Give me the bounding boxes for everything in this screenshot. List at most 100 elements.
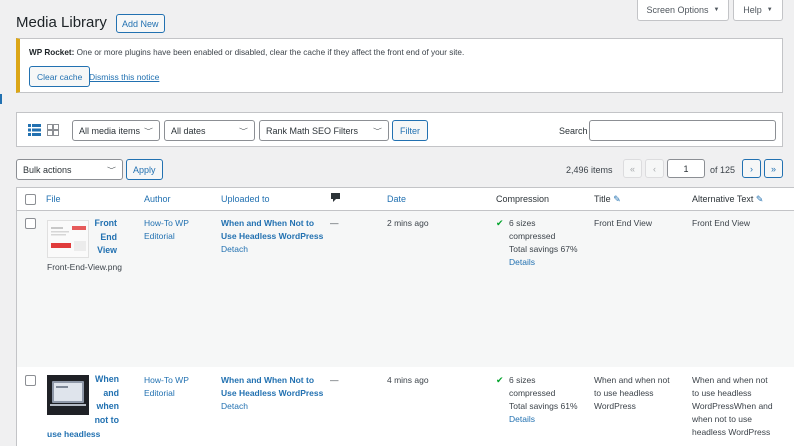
compression-line: 6 sizes [509, 375, 536, 385]
title-value-line: WordPress [594, 401, 636, 411]
author-line: How-To WP [144, 375, 189, 385]
chevron-down-icon: ﹀ [372, 127, 382, 135]
media-title-link[interactable]: Front End View [83, 217, 117, 258]
notice-text: WP Rocket: One or more plugins have been… [29, 48, 464, 57]
compression-line: Total savings 61% [509, 401, 578, 411]
title-value-line: When and when not [594, 375, 670, 385]
compression-details-link[interactable]: Details [509, 256, 578, 269]
compression-line: 6 sizes [509, 218, 536, 228]
detach-link[interactable]: Detach [221, 400, 248, 413]
uploaded-to-link[interactable]: When and When Not to Use Headless WordPr… [221, 374, 323, 400]
column-date[interactable]: Date [387, 194, 406, 204]
chevron-down-icon: ﹀ [106, 166, 116, 174]
title-line: End [100, 231, 117, 242]
items-count: 2,496 items [566, 165, 613, 175]
seo-filter-value: Rank Math SEO Filters [266, 125, 359, 136]
compression-line: compressed [509, 388, 556, 398]
uploaded-to-link[interactable]: When and When Not to Use Headless WordPr… [221, 217, 323, 243]
add-new-button[interactable]: Add New [116, 14, 165, 33]
author-line: Editorial [144, 231, 175, 241]
search-input[interactable] [589, 120, 776, 141]
media-table: File Author Uploaded to Date Compression… [16, 187, 794, 446]
compression-line: Total savings 67% [509, 244, 578, 254]
compression-details-link[interactable]: Details [509, 413, 578, 426]
checkmark-icon: ✔ [496, 218, 504, 228]
screen-options-label: Screen Options [646, 5, 709, 15]
author-link[interactable]: How-To WP Editorial [144, 217, 189, 243]
caret-down-icon: ▼ [766, 7, 773, 13]
column-alt-text: Alternative Text ✎ [692, 194, 763, 205]
grid-view-icon[interactable] [47, 124, 59, 136]
clear-cache-button[interactable]: Clear cache [29, 66, 91, 87]
filter-button[interactable]: Filter [392, 120, 428, 141]
table-row: When and when not to use headless How-To… [17, 367, 794, 446]
apply-button[interactable]: Apply [126, 159, 163, 180]
table-row: Front End View Front-End-View.png How-To… [17, 211, 794, 367]
next-page-button[interactable]: › [742, 159, 761, 178]
notice-message: One or more plugins have been enabled or… [76, 48, 465, 57]
title-line: When [95, 374, 119, 384]
wp-rocket-notice: WP Rocket: One or more plugins have been… [16, 38, 783, 93]
date-value: 2 mins ago [387, 218, 429, 228]
column-file[interactable]: File [46, 194, 61, 204]
pencil-icon[interactable]: ✎ [756, 194, 764, 204]
notice-label: WP Rocket: [29, 48, 75, 57]
caret-down-icon: ▼ [713, 7, 720, 13]
checkmark-icon: ✔ [496, 375, 504, 385]
current-page-input[interactable]: 1 [667, 159, 705, 178]
author-line: How-To WP [144, 218, 189, 228]
bulk-actions-select[interactable]: Bulk actions ﹀ [16, 159, 123, 180]
search-label: Search [559, 126, 588, 136]
dates-value: All dates [171, 125, 206, 136]
title-line: and [103, 387, 119, 398]
comment-bubble-icon[interactable] [330, 192, 341, 203]
help-tab[interactable]: Help ▼ [733, 0, 783, 21]
comment-count: — [330, 375, 339, 385]
column-compression: Compression [496, 194, 550, 204]
help-label: Help [743, 5, 762, 15]
column-title-label: Title [594, 194, 611, 204]
title-value: When and when not to use headless WordPr… [594, 374, 670, 413]
media-type-value: All media items [79, 125, 141, 136]
title-value-line: to use headless [594, 388, 654, 398]
total-pages: of 125 [710, 165, 736, 175]
file-name: Front-End-View.png [47, 262, 122, 272]
media-type-select[interactable]: All media items ﹀ [72, 120, 160, 141]
pencil-icon[interactable]: ✎ [613, 194, 621, 204]
title-line: Front [94, 218, 117, 228]
compression-info: 6 sizes compressed Total savings 61% Det… [509, 374, 578, 426]
column-author[interactable]: Author [144, 194, 171, 204]
dismiss-notice-link[interactable]: Dismiss this notice [89, 72, 159, 82]
title-line: View [97, 245, 117, 255]
seo-filter-select[interactable]: Rank Math SEO Filters ﹀ [259, 120, 389, 141]
prev-page-button[interactable]: ‹ [645, 159, 664, 178]
select-all-checkbox[interactable] [25, 194, 36, 205]
row-checkbox[interactable] [25, 218, 36, 229]
media-title-link[interactable]: When and when not to [83, 373, 119, 427]
first-page-button[interactable]: « [623, 159, 642, 178]
alt-text-value: When and when not to use headless WordPr… [692, 374, 773, 439]
table-header: File Author Uploaded to Date Compression… [17, 188, 794, 211]
detach-link[interactable]: Detach [221, 243, 248, 256]
screen-options-tab[interactable]: Screen Options ▼ [637, 0, 729, 21]
page-title: Media Library [16, 14, 107, 31]
uploaded-line: When and When Not to [221, 375, 315, 385]
column-alt-label: Alternative Text [692, 194, 754, 204]
list-view-icon[interactable] [28, 124, 41, 136]
bulk-actions-value: Bulk actions [23, 164, 72, 175]
alt-line: to use headless [692, 388, 752, 398]
alt-line: when not to use [692, 414, 753, 424]
dates-select[interactable]: All dates ﹀ [164, 120, 255, 141]
alt-line: WordPressWhen and [692, 401, 773, 411]
author-link[interactable]: How-To WP Editorial [144, 374, 189, 400]
column-uploaded-to[interactable]: Uploaded to [221, 194, 270, 204]
comment-count: — [330, 218, 339, 228]
title-line: when [96, 401, 119, 411]
uploaded-line: When and When Not to [221, 218, 315, 228]
alt-line: When and when not [692, 375, 768, 385]
uploaded-line: Use Headless WordPress [221, 231, 324, 241]
last-page-button[interactable]: » [764, 159, 783, 178]
row-checkbox[interactable] [25, 375, 36, 386]
alt-line: headless WordPress [692, 427, 771, 437]
compression-info: 6 sizes compressed Total savings 67% Det… [509, 217, 578, 269]
